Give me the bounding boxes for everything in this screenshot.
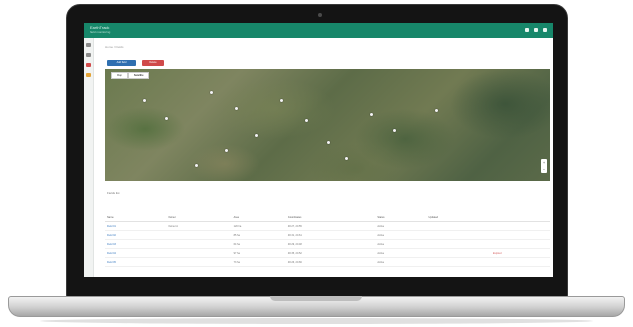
note-cell: Expired: [490, 248, 550, 258]
coordinates-cell: 48.26, 20.66: [285, 257, 376, 267]
map-type-satellite[interactable]: Satellite: [127, 72, 150, 79]
main-content: Home / Fields Add field Delete Map Satel…: [93, 38, 553, 277]
coordinates-cell: 48.27, 20.55: [285, 221, 376, 231]
laptop-screen: EarthTrack field monitoring Home / Field…: [84, 23, 553, 277]
user-icon[interactable]: [534, 28, 538, 32]
note-cell: [490, 257, 550, 267]
table-row[interactable]: Field 02 85 ha 48.31, 20.61 Active: [105, 230, 550, 240]
table-row[interactable]: Field 03 64 ha 48.29, 20.48 Active: [105, 239, 550, 249]
field-name-link[interactable]: Field 04: [105, 248, 167, 258]
laptop-shadow: [40, 318, 593, 324]
map-type-toggle: Map Satellite: [111, 72, 150, 79]
map-marker[interactable]: [393, 129, 396, 132]
area-cell: 120 ha: [231, 221, 286, 231]
fields-table: Name Owner Area Coordinates Status Updat…: [105, 213, 550, 267]
delete-button[interactable]: Delete: [142, 60, 164, 66]
status-cell: Active: [375, 239, 427, 249]
map-marker[interactable]: [235, 107, 238, 110]
table-row[interactable]: Field 04 97 ha 48.35, 20.52 Active Expir…: [105, 248, 550, 258]
app-header: EarthTrack field monitoring: [84, 23, 553, 38]
map-marker[interactable]: [143, 99, 146, 102]
map-marker[interactable]: [327, 141, 330, 144]
coordinates-cell: 48.29, 20.48: [285, 239, 376, 249]
column-header[interactable]: [490, 213, 550, 222]
map-marker[interactable]: [280, 99, 283, 102]
satellite-map[interactable]: Map Satellite + −: [105, 69, 550, 181]
map-marker[interactable]: [345, 157, 348, 160]
updated-cell: [426, 230, 491, 240]
map-marker[interactable]: [435, 109, 438, 112]
status-cell: Active: [375, 221, 427, 231]
map-marker[interactable]: [305, 119, 308, 122]
coordinates-cell: 48.35, 20.52: [285, 248, 376, 258]
webcam: [318, 13, 322, 17]
area-cell: 73 ha: [231, 257, 286, 267]
fields-list-title: Fields list: [107, 191, 120, 195]
map-marker[interactable]: [225, 149, 228, 152]
alert-icon[interactable]: [86, 63, 91, 67]
area-cell: 85 ha: [231, 230, 286, 240]
status-cell: Active: [375, 257, 427, 267]
map-icon[interactable]: [86, 53, 91, 57]
note-cell: [490, 221, 550, 231]
app-subtitle: field monitoring: [90, 30, 111, 34]
breadcrumb[interactable]: Home / Fields: [105, 45, 124, 49]
field-name-link[interactable]: Field 01: [105, 221, 167, 231]
header-icons: [525, 28, 547, 32]
updated-cell: [426, 257, 491, 267]
map-marker[interactable]: [370, 113, 373, 116]
column-header[interactable]: Owner: [166, 213, 232, 222]
updated-cell: [426, 239, 491, 249]
owner-cell: [166, 239, 232, 249]
area-cell: 64 ha: [231, 239, 286, 249]
map-marker[interactable]: [165, 117, 168, 120]
table-header-row: Name Owner Area Coordinates Status Updat…: [105, 213, 550, 222]
bell-icon[interactable]: [525, 28, 529, 32]
table-row[interactable]: Field 01 Owner A 120 ha 48.27, 20.55 Act…: [105, 221, 550, 231]
note-cell: [490, 239, 550, 249]
column-header[interactable]: Coordinates: [285, 213, 376, 222]
area-cell: 97 ha: [231, 248, 286, 258]
status-cell: Active: [375, 248, 427, 258]
table-row[interactable]: Field 05 73 ha 48.26, 20.66 Active: [105, 257, 550, 267]
home-icon[interactable]: [86, 43, 91, 47]
field-name-link[interactable]: Field 02: [105, 230, 167, 240]
column-header[interactable]: Name: [105, 213, 167, 222]
note-cell: [490, 230, 550, 240]
updated-cell: [426, 248, 491, 258]
map-type-map[interactable]: Map: [111, 72, 128, 79]
owner-cell: Owner A: [166, 221, 232, 231]
column-header[interactable]: Area: [231, 213, 286, 222]
owner-cell: [166, 230, 232, 240]
laptop-hinge-notch: [270, 296, 362, 301]
zoom-in-button[interactable]: +: [543, 160, 545, 165]
menu-icon[interactable]: [543, 28, 547, 32]
status-cell: Active: [375, 230, 427, 240]
settings-icon[interactable]: [86, 73, 91, 77]
owner-cell: [166, 248, 232, 258]
zoom-out-button[interactable]: −: [543, 167, 545, 172]
add-field-button[interactable]: Add field: [107, 60, 136, 66]
map-marker[interactable]: [195, 164, 198, 167]
map-marker[interactable]: [255, 134, 258, 137]
map-marker[interactable]: [210, 91, 213, 94]
column-header[interactable]: Status: [375, 213, 427, 222]
owner-cell: [166, 257, 232, 267]
field-name-link[interactable]: Field 03: [105, 239, 167, 249]
coordinates-cell: 48.31, 20.61: [285, 230, 376, 240]
column-header[interactable]: Updated: [426, 213, 491, 222]
updated-cell: [426, 221, 491, 231]
field-name-link[interactable]: Field 05: [105, 257, 167, 267]
zoom-control: + −: [541, 159, 547, 173]
